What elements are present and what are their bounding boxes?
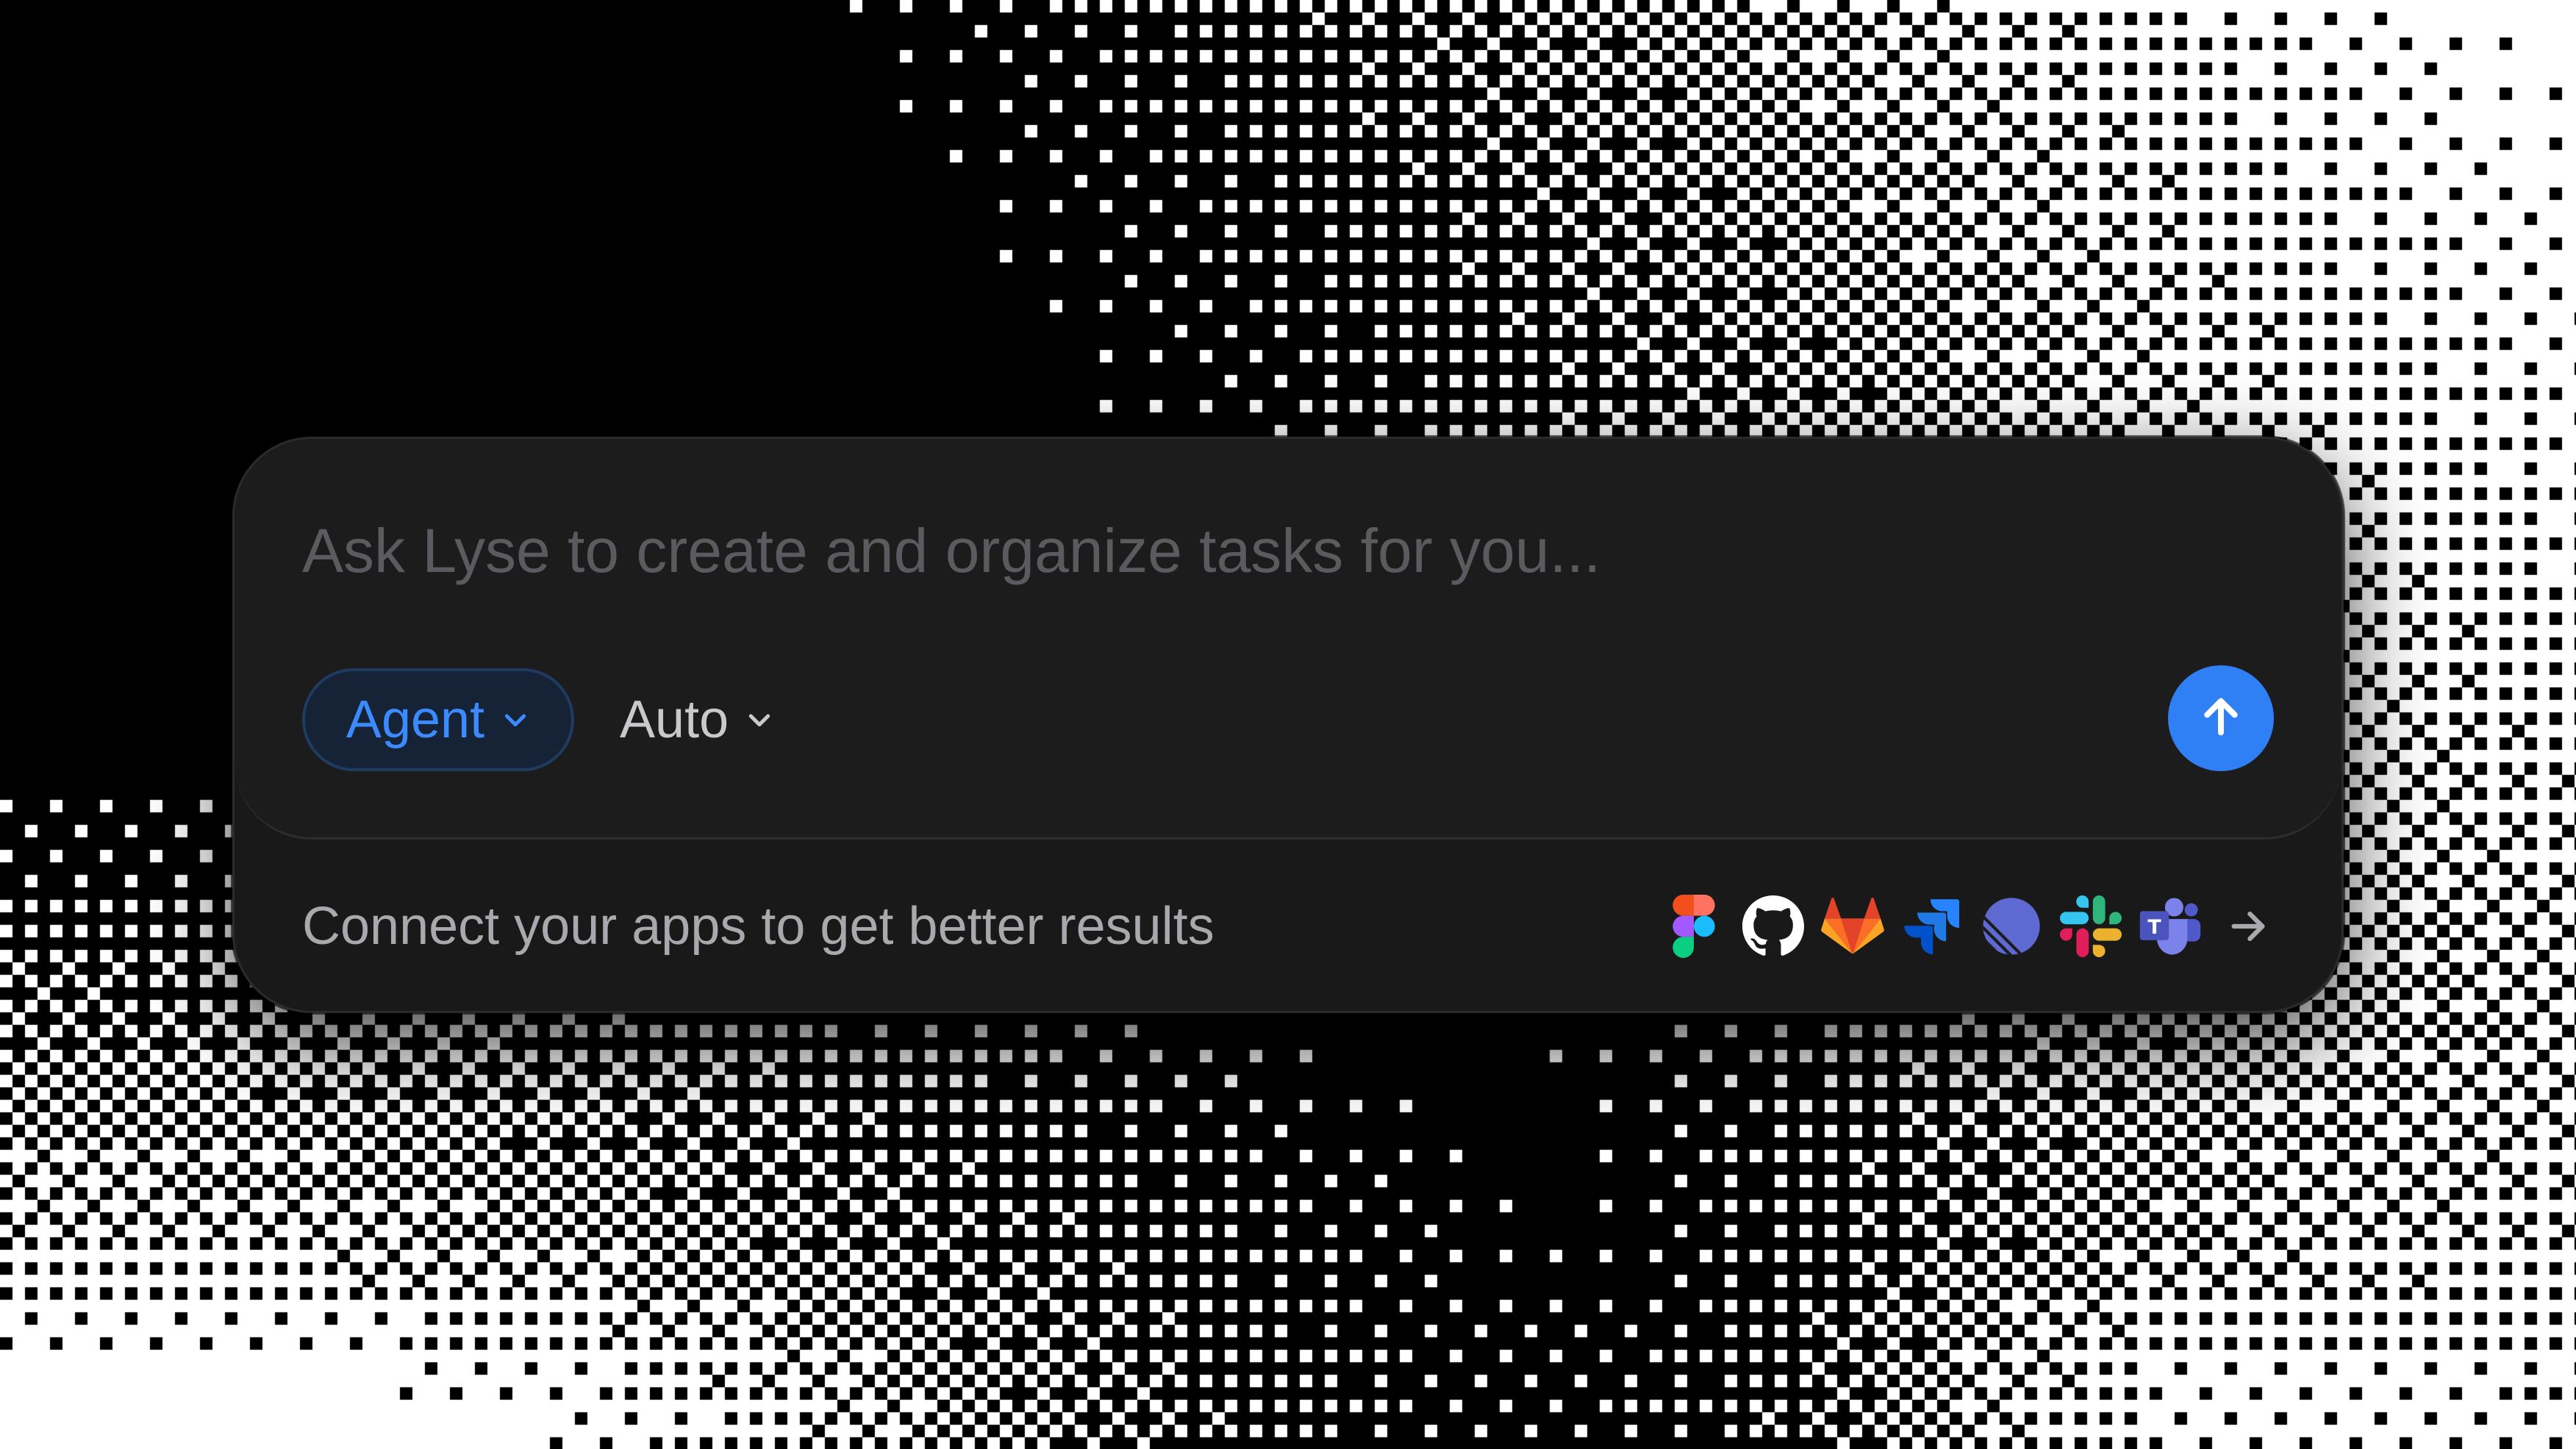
app-icons: T xyxy=(1662,840,2274,1011)
agent-mode-label: Agent xyxy=(346,690,485,749)
chevron-down-icon xyxy=(745,705,774,734)
input-card: Agent Auto xyxy=(235,439,2341,840)
figma-icon[interactable] xyxy=(1662,895,1725,958)
send-button[interactable] xyxy=(2168,665,2274,771)
github-icon[interactable] xyxy=(1742,895,1805,958)
model-label: Auto xyxy=(620,690,729,749)
teams-icon[interactable]: T xyxy=(2139,895,2202,958)
model-dropdown[interactable]: Auto xyxy=(620,668,774,771)
svg-text:T: T xyxy=(2147,916,2161,939)
arrow-right-icon[interactable] xyxy=(2222,895,2274,958)
jira-icon[interactable] xyxy=(1900,895,1964,958)
prompt-input[interactable] xyxy=(302,507,2214,595)
connect-apps-text: Connect your apps to get better results xyxy=(302,897,1214,956)
prompt-composer: Agent Auto Connect your apps to get bett… xyxy=(232,437,2344,1013)
slack-icon[interactable] xyxy=(2059,895,2122,958)
connect-apps-bar[interactable]: Connect your apps to get better results xyxy=(235,840,2341,1011)
agent-mode-dropdown[interactable]: Agent xyxy=(302,668,574,771)
gitlab-icon[interactable] xyxy=(1821,895,1884,958)
chevron-down-icon xyxy=(501,705,530,734)
arrow-up-icon xyxy=(2197,693,2244,744)
linear-icon[interactable] xyxy=(1980,895,2043,958)
